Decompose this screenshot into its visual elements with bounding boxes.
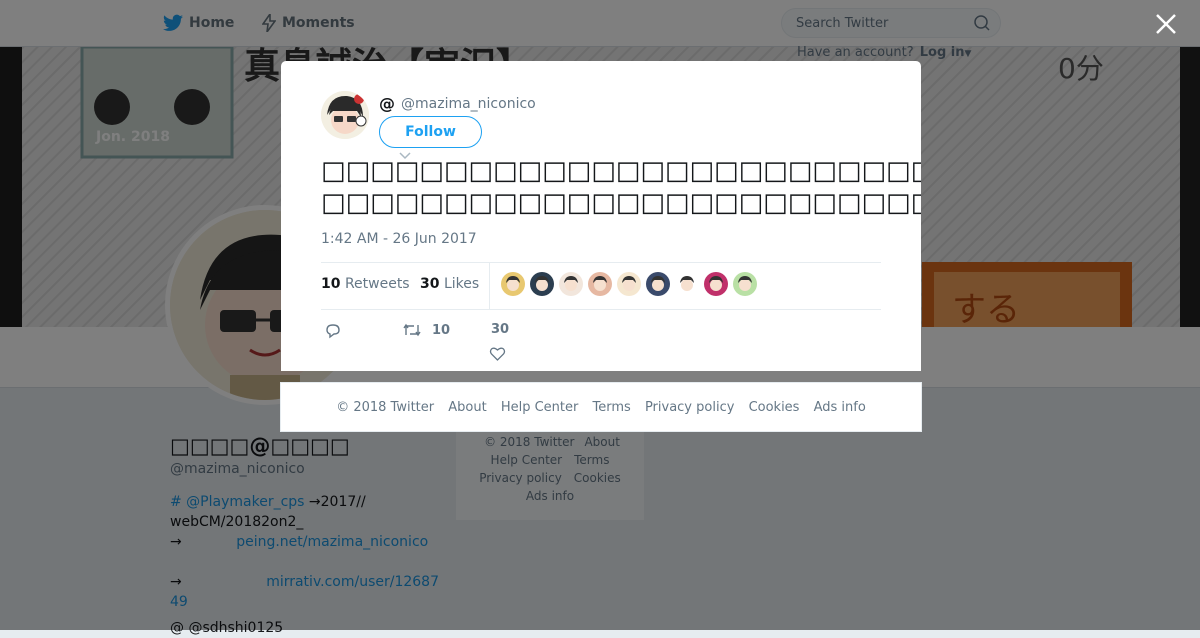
modal-footer-terms-link[interactable]: Terms [593, 400, 631, 415]
retweets-count: 10 [321, 276, 341, 292]
retweets-stat[interactable]: 10 Retweets [321, 276, 410, 292]
likes-label: Likes [443, 276, 480, 292]
tweet-modal: @ @mazima_niconico Follow □□□□□□□□□□□□□□… [281, 61, 921, 371]
liker-avatars [501, 272, 757, 296]
liker-avatar[interactable] [588, 272, 612, 296]
tweet-text: □□□□□□□□□□□□□□□□□□□□□□□□□□□ □□□□□□□□□□□□□… [321, 155, 921, 219]
modal-footer: © 2018 Twitter About Help Center Terms P… [280, 382, 922, 432]
liker-avatar[interactable] [501, 272, 525, 296]
stats-divider [489, 263, 490, 309]
modal-footer-privacy-link[interactable]: Privacy policy [645, 400, 734, 415]
heart-icon[interactable] [489, 346, 506, 362]
liker-avatar[interactable] [646, 272, 670, 296]
modal-footer-about-link[interactable]: About [448, 400, 486, 415]
retweet-action-count: 10 [432, 322, 451, 338]
tweet-text-line: □□□□□□□□□□□□□□□□□□□□□□□□□□□□□□□□□□□□□□□□… [321, 156, 921, 186]
retweet-action[interactable]: 10 [402, 322, 450, 338]
liker-avatar[interactable] [675, 272, 699, 296]
follow-button[interactable]: Follow [379, 116, 482, 148]
modal-footer-cookies-link[interactable]: Cookies [749, 400, 800, 415]
modal-footer-help-link[interactable]: Help Center [501, 400, 579, 415]
liker-avatar[interactable] [559, 272, 583, 296]
tweet-stats: 10 Retweets 30 Likes [321, 262, 881, 310]
author-avatar-image [321, 91, 369, 139]
author-display-name[interactable]: @ [379, 94, 395, 113]
modal-footer-copyright: © 2018 Twitter [336, 400, 435, 415]
tweet-timestamp[interactable]: 1:42 AM - 26 Jun 2017 [321, 231, 477, 247]
tweet-author-avatar[interactable] [321, 91, 369, 139]
tweet-actions: 10 30 [321, 322, 881, 366]
modal-footer-ads-link[interactable]: Ads info [814, 400, 866, 415]
liker-avatar[interactable] [530, 272, 554, 296]
author-screen-name[interactable]: @mazima_niconico [401, 96, 536, 112]
retweets-label: Retweets [344, 276, 410, 292]
liker-avatar[interactable] [704, 272, 728, 296]
like-action-count: 30 [491, 322, 510, 337]
reply-icon [326, 324, 340, 339]
tweet-author-names: @ @mazima_niconico [379, 94, 536, 113]
tweet-text-line: □□□□□□□□□□□□□□□□□□□□□□□□□□□□□□□□□□□□□□□□… [321, 188, 921, 218]
liker-avatar[interactable] [733, 272, 757, 296]
reply-action[interactable] [324, 322, 342, 340]
likes-count: 30 [420, 276, 440, 292]
like-action[interactable]: 30 [491, 322, 509, 337]
retweet-icon [403, 323, 421, 337]
likes-stat[interactable]: 30 Likes [420, 276, 479, 292]
close-icon[interactable] [1154, 12, 1178, 36]
liker-avatar[interactable] [617, 272, 641, 296]
